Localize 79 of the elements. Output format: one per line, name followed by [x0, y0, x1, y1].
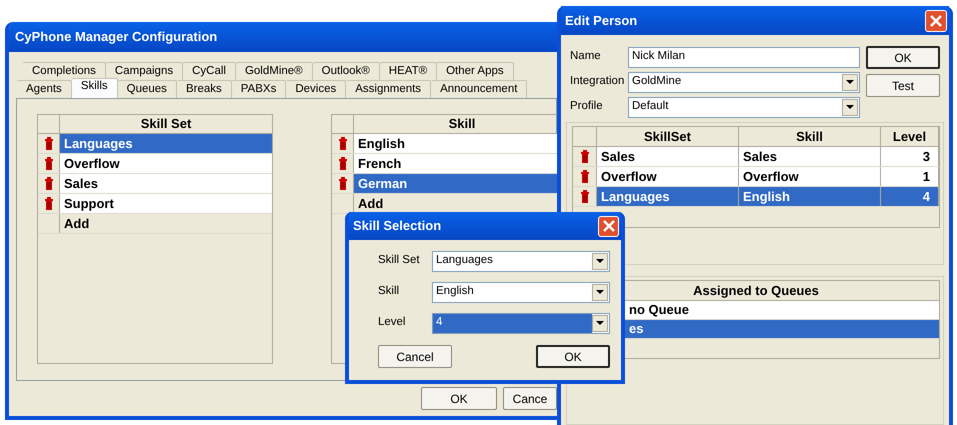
- table-cell[interactable]: Support: [60, 194, 272, 213]
- dropdown[interactable]: GoldMine: [628, 72, 860, 92]
- dropdown[interactable]: 4: [432, 312, 610, 334]
- table-cell: Overflow: [739, 167, 881, 186]
- tab[interactable]: Assignments: [346, 80, 432, 98]
- table-cell: Languages: [597, 187, 739, 206]
- table-cell[interactable]: Languages: [60, 134, 272, 153]
- button[interactable]: Cance: [503, 387, 557, 410]
- tab[interactable]: Agents: [17, 80, 72, 98]
- trash-icon[interactable]: [338, 177, 348, 190]
- dropdown[interactable]: Default: [628, 96, 860, 118]
- column-header: Skill Set: [140, 115, 192, 133]
- table-row[interactable]: Overflow Overflow 1: [573, 167, 939, 187]
- tab[interactable]: CyCall: [183, 62, 236, 80]
- field-label: Level: [378, 315, 406, 330]
- dropdown[interactable]: English: [432, 282, 610, 302]
- table-cell: Sales: [739, 147, 881, 166]
- button[interactable]: Cancel: [378, 345, 452, 368]
- field-label: Integration: [570, 74, 626, 90]
- tab[interactable]: GoldMine®: [236, 62, 313, 80]
- table-cell: English: [739, 187, 881, 206]
- window-title: CyPhone Manager Configuration: [15, 28, 218, 46]
- tab[interactable]: HEAT®: [380, 62, 438, 80]
- dropdown-value: English: [435, 284, 475, 300]
- button[interactable]: OK: [866, 46, 940, 69]
- column-header: Skill: [448, 115, 476, 133]
- table-row[interactable]: Languages English 4: [573, 187, 939, 207]
- dropdown-value: GoldMine: [632, 74, 682, 90]
- table-cell: Overflow: [597, 167, 739, 186]
- input-field[interactable]: Nick Milan: [628, 46, 860, 68]
- trash-icon[interactable]: [44, 197, 54, 210]
- close-icon: [602, 220, 614, 232]
- dropdown-value: Languages: [435, 253, 494, 268]
- column-header: Level: [881, 127, 939, 146]
- table-cell: 4: [881, 187, 939, 206]
- trash-icon[interactable]: [580, 190, 590, 203]
- table-cell: Sales: [597, 147, 739, 166]
- tab[interactable]: Announcement: [431, 80, 528, 98]
- button[interactable]: OK: [536, 345, 610, 368]
- field-label: Skill Set: [378, 253, 421, 268]
- table-cell: 1: [881, 167, 939, 186]
- table-cell[interactable]: Overflow: [60, 154, 272, 173]
- tab[interactable]: Completions: [23, 62, 106, 80]
- tab[interactable]: Queues: [118, 80, 177, 98]
- table-cell[interactable]: French: [354, 154, 557, 173]
- trash-icon[interactable]: [580, 170, 590, 183]
- table-cell[interactable]: English: [354, 134, 557, 153]
- table-cell[interactable]: German: [354, 174, 557, 193]
- tab[interactable]: Devices: [286, 80, 346, 98]
- field-label: Skill: [378, 284, 400, 300]
- trash-icon[interactable]: [44, 157, 54, 170]
- trash-icon[interactable]: [44, 177, 54, 190]
- trash-icon[interactable]: [580, 150, 590, 163]
- field-label: Name: [570, 49, 602, 64]
- window-title: Edit Person: [565, 12, 638, 30]
- table-row[interactable]: Sales Sales 3: [573, 147, 939, 167]
- column-header: Skill: [739, 127, 881, 146]
- dropdown[interactable]: Languages: [432, 250, 610, 272]
- tab[interactable]: Outlook®: [312, 62, 380, 80]
- dropdown-value: Default: [632, 99, 668, 114]
- trash-icon[interactable]: [44, 137, 54, 150]
- table-cell[interactable]: Sales: [60, 174, 272, 193]
- trash-icon[interactable]: [338, 157, 348, 170]
- field-label: Profile: [570, 99, 604, 114]
- close-button[interactable]: [925, 10, 947, 32]
- tab[interactable]: PABXs: [232, 80, 286, 98]
- close-button[interactable]: [598, 216, 619, 236]
- trash-icon[interactable]: [338, 137, 348, 150]
- table-cell: 3: [881, 147, 939, 166]
- tab[interactable]: Skills: [72, 78, 118, 98]
- close-icon: [930, 14, 942, 26]
- button[interactable]: OK: [421, 387, 497, 410]
- column-header: SkillSet: [597, 127, 739, 146]
- tab[interactable]: Breaks: [176, 80, 232, 98]
- dropdown-value: 4: [433, 314, 592, 332]
- tab[interactable]: Other Apps: [437, 62, 514, 80]
- window-title: Skill Selection: [353, 217, 442, 236]
- tab[interactable]: Campaigns: [106, 62, 184, 80]
- button[interactable]: Test: [866, 74, 940, 97]
